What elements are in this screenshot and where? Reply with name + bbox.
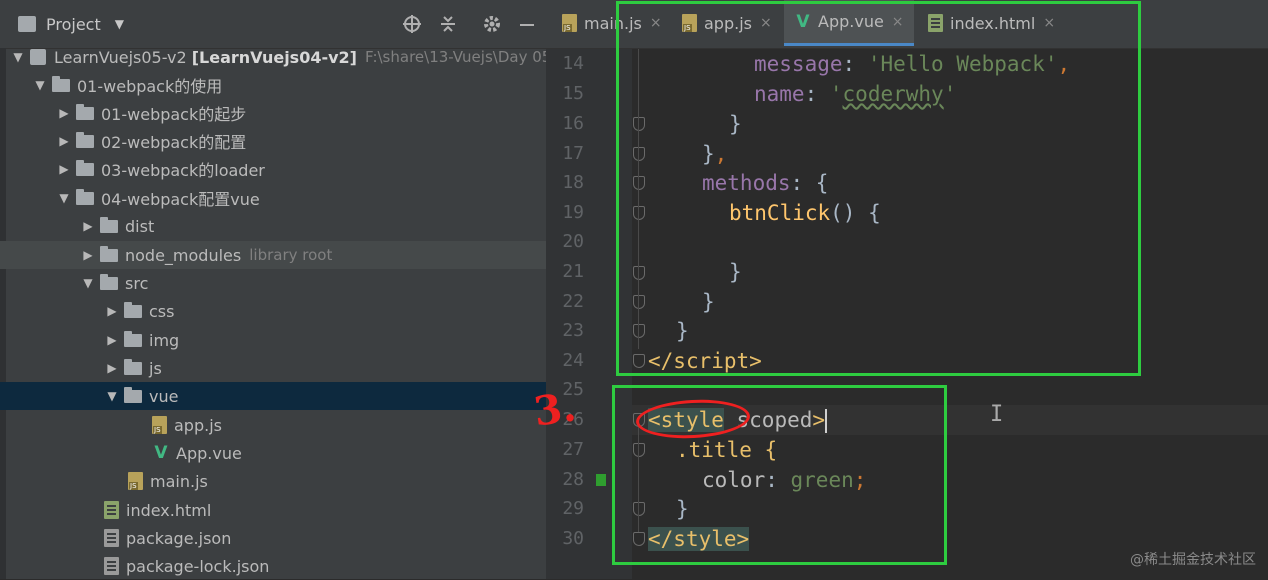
line-number: 17	[562, 143, 584, 164]
module-name: [LearnVuejs04-v2]	[191, 47, 357, 67]
line-number: 21	[562, 261, 584, 282]
tree-item-label: app.js	[174, 415, 222, 435]
folder-icon	[124, 358, 142, 375]
line-number: 22	[562, 291, 584, 312]
line-number: 24	[562, 350, 584, 371]
tree-item-label: 03-webpack的loader	[101, 161, 265, 180]
js-file-icon	[152, 416, 167, 434]
folder-icon	[124, 330, 142, 347]
chevron-right-icon[interactable]: ▶	[56, 106, 72, 120]
json-file-icon	[104, 557, 119, 575]
tree-item-folder[interactable]: ▶ 01-webpack的起步	[0, 99, 602, 127]
tree-item-label: src	[125, 273, 149, 293]
folder-icon	[124, 301, 142, 318]
annotation-box-script	[616, 1, 1141, 376]
tree-item-label: LearnVuejs05-v2	[54, 47, 187, 67]
chevron-right-icon[interactable]: ▶	[56, 134, 72, 148]
chevron-down-icon[interactable]: ▼	[56, 191, 72, 205]
library-root-hint: library root	[249, 246, 333, 264]
tree-item-label: main.js	[150, 471, 208, 491]
line-number: 28	[562, 469, 584, 490]
tree-item-label: package.json	[126, 528, 232, 548]
tree-item-label: vue	[149, 386, 179, 406]
folder-icon	[76, 188, 94, 205]
line-number: 19	[562, 202, 584, 223]
chevron-right-icon[interactable]: ▶	[80, 219, 96, 233]
tree-item-folder[interactable]: ▶ 03-webpack的loader	[0, 155, 602, 183]
vue-icon: V	[154, 443, 168, 463]
watermark: @稀土掘金技术社区	[1130, 552, 1256, 568]
line-number: 16	[562, 113, 584, 134]
target-icon[interactable]	[402, 12, 422, 36]
chevron-down-icon[interactable]: ▼	[104, 389, 120, 403]
json-file-icon	[104, 529, 119, 547]
tree-item-label: 01-webpack的使用	[77, 77, 223, 96]
line-number: 23	[562, 320, 584, 341]
chevron-right-icon[interactable]: ▶	[56, 162, 72, 176]
tree-item-folder[interactable]: ▼ 04-webpack配置vue	[0, 184, 602, 212]
tree-item-label: 01-webpack的起步	[101, 105, 247, 124]
minimize-icon[interactable]	[518, 12, 536, 36]
tree-item-label: js	[149, 358, 162, 378]
tree-item-label: App.vue	[176, 443, 242, 463]
chevron-right-icon[interactable]: ▶	[104, 361, 120, 375]
chevron-right-icon[interactable]: ▶	[80, 248, 96, 262]
line-number: 30	[562, 528, 584, 549]
folder-icon	[52, 75, 70, 92]
folder-icon	[124, 386, 142, 403]
tree-item-label: node_modules	[125, 245, 242, 265]
tree-item-label: dist	[125, 216, 155, 236]
tree-item-folder[interactable]: ▶ dist	[0, 212, 626, 240]
annotation-step-number: 3.	[530, 383, 579, 436]
collapse-icon[interactable]	[438, 12, 458, 36]
tree-item-label: 04-webpack配置vue	[101, 190, 260, 209]
project-view-selector[interactable]: Project ▼	[18, 12, 124, 36]
tree-item-label: img	[149, 330, 180, 350]
folder-icon	[76, 131, 94, 148]
tree-item-folder[interactable]: ▶ 02-webpack的配置	[0, 127, 602, 155]
module-path: F:\share\13-Vuejs\Day 05	[364, 48, 552, 66]
tree-item-folder[interactable]: ▼ src	[0, 269, 626, 297]
js-file-icon	[128, 472, 143, 490]
chevron-down-icon[interactable]: ▼	[32, 78, 48, 92]
gear-icon[interactable]	[482, 12, 502, 36]
module-icon	[30, 49, 46, 65]
tree-item-label: index.html	[126, 500, 212, 520]
tree-item-label: 02-webpack的配置	[101, 133, 247, 152]
chevron-right-icon[interactable]: ▶	[104, 304, 120, 318]
line-number: 27	[562, 439, 584, 460]
chevron-down-icon[interactable]: ▼	[80, 276, 96, 290]
tree-item-label: package-lock.json	[126, 556, 270, 576]
line-number: 18	[562, 172, 584, 193]
line-number: 14	[562, 53, 584, 74]
folder-icon	[76, 103, 94, 120]
tree-item-folder[interactable]: ▼ 01-webpack的使用	[0, 71, 578, 99]
project-header: Project ▼	[0, 0, 546, 49]
project-title: Project	[46, 14, 101, 34]
project-panel: Project ▼ ▼ LearnVuejs05-v2 [LearnVuejs0…	[0, 0, 650, 579]
chevron-right-icon[interactable]: ▶	[104, 333, 120, 347]
folder-icon	[76, 159, 94, 176]
folder-icon	[100, 216, 118, 233]
line-number: 20	[562, 231, 584, 252]
folder-icon	[100, 245, 118, 262]
mouse-cursor-icon: I	[990, 402, 1004, 427]
change-marker	[596, 474, 606, 486]
chevron-down-icon: ▼	[114, 17, 124, 31]
line-number: 15	[562, 83, 584, 104]
chevron-down-icon[interactable]: ▼	[10, 50, 26, 64]
html-file-icon	[104, 501, 119, 519]
tree-item-folder[interactable]: ▶ node_modules library root	[0, 241, 626, 269]
folder-icon	[100, 273, 118, 290]
line-number: 29	[562, 498, 584, 519]
project-icon	[18, 16, 36, 32]
js-file-icon	[562, 14, 577, 32]
tree-item-label: css	[149, 301, 175, 321]
tree-item-root[interactable]: ▼ LearnVuejs05-v2 [LearnVuejs04-v2] F:\s…	[0, 43, 556, 71]
